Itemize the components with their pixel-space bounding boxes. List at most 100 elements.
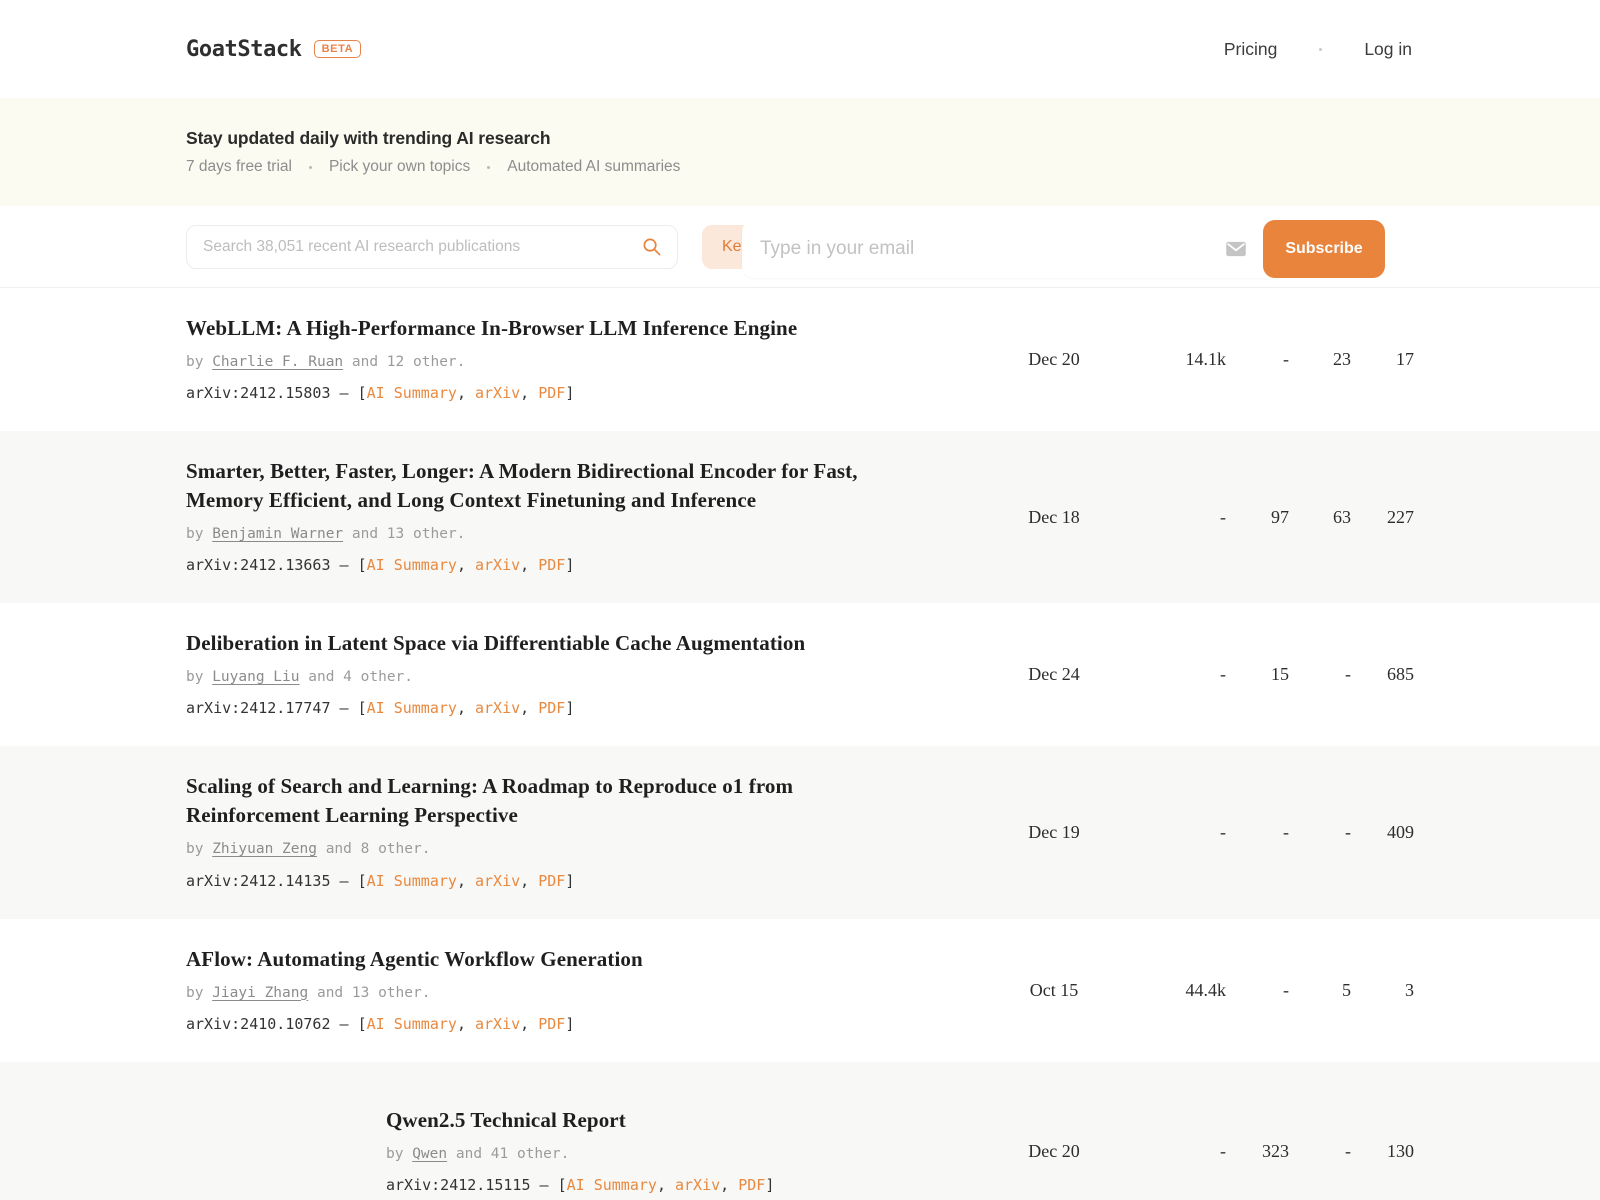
by-label: by xyxy=(186,526,204,543)
comma-2: , xyxy=(520,871,539,890)
ai-summary-link[interactable]: AI Summary xyxy=(567,1176,657,1194)
paper-authors: by Charlie F. Ruan and 12 other. xyxy=(186,351,1002,374)
pdf-link[interactable]: PDF xyxy=(538,384,565,402)
comma-1: , xyxy=(656,1176,675,1195)
by-label: by xyxy=(386,1146,404,1163)
bracket-close: ] xyxy=(565,871,575,890)
by-label: by xyxy=(186,669,204,686)
pdf-link[interactable]: PDF xyxy=(738,1176,765,1194)
comma-2: , xyxy=(520,1014,539,1033)
header-nav: Pricing Log in xyxy=(1222,33,1414,66)
arxiv-id: arXiv:2412.15803 xyxy=(186,384,331,403)
metric-x: 685 xyxy=(1387,664,1414,685)
arxiv-link[interactable]: arXiv xyxy=(475,872,520,890)
comma-2: , xyxy=(520,384,539,403)
paper-metrics: Oct 15 44.4k - 5 3 xyxy=(1002,980,1414,1001)
metric-x: 17 xyxy=(1396,349,1414,370)
paper-title[interactable]: Qwen2.5 Technical Report xyxy=(386,1106,1002,1135)
arxiv-link[interactable]: arXiv xyxy=(475,556,520,574)
table-row[interactable]: Scaling of Search and Learning: A Roadma… xyxy=(0,746,1600,919)
by-label: by xyxy=(186,841,204,858)
paper-info: Deliberation in Latent Space via Differe… xyxy=(186,603,1002,746)
table-row[interactable]: WebLLM: A High-Performance In-Browser LL… xyxy=(0,288,1600,431)
bracket-open: [ xyxy=(357,871,367,890)
brand-logo[interactable]: GoatStack BETA xyxy=(186,36,362,62)
metric-huggingface: - xyxy=(1283,822,1289,842)
paper-metrics: Dec 19 - - - 409 xyxy=(1002,822,1414,843)
author-link[interactable]: Charlie F. Ruan xyxy=(212,354,343,370)
arxiv-link[interactable]: arXiv xyxy=(475,699,520,717)
arxiv-link[interactable]: arXiv xyxy=(475,1015,520,1033)
table-row[interactable]: Deliberation in Latent Space via Differe… xyxy=(0,603,1600,746)
author-link[interactable]: Zhiyuan Zeng xyxy=(212,841,317,857)
author-link[interactable]: Luyang Liu xyxy=(212,669,299,685)
ai-summary-link[interactable]: AI Summary xyxy=(367,699,457,717)
ai-summary-link[interactable]: AI Summary xyxy=(367,384,457,402)
nav-link-login[interactable]: Log in xyxy=(1362,33,1414,66)
metric-date: Oct 15 xyxy=(1029,979,1079,1000)
author-link[interactable]: Benjamin Warner xyxy=(212,526,343,542)
banner-feature-2: Pick your own topics xyxy=(328,158,471,175)
email-field[interactable] xyxy=(760,238,1225,260)
ai-summary-link[interactable]: AI Summary xyxy=(367,1015,457,1033)
pdf-link[interactable]: PDF xyxy=(538,1015,565,1033)
other-authors: and 12 other. xyxy=(351,353,466,370)
arxiv-id: arXiv:2412.13663 xyxy=(186,556,331,575)
other-authors: and 13 other. xyxy=(316,984,431,1001)
author-link[interactable]: Qwen xyxy=(412,1146,447,1162)
search-input-wrapper[interactable] xyxy=(186,224,678,269)
dash-separator: — xyxy=(339,384,349,403)
ai-summary-link[interactable]: AI Summary xyxy=(367,556,457,574)
pdf-link[interactable]: PDF xyxy=(538,699,565,717)
dash-separator: — xyxy=(339,1014,349,1033)
paper-links: arXiv:2412.15803 — [AI Summary, arXiv, P… xyxy=(186,381,1002,405)
bracket-close: ] xyxy=(565,1014,575,1033)
other-authors: and 8 other. xyxy=(325,841,431,858)
metric-huggingface: - xyxy=(1283,349,1289,370)
metric-views: - xyxy=(1220,506,1226,527)
table-row[interactable]: AFlow: Automating Agentic Workflow Gener… xyxy=(0,919,1600,1062)
other-authors: and 4 other. xyxy=(308,669,414,686)
dash-separator: — xyxy=(339,699,349,718)
comma-2: , xyxy=(520,556,539,575)
paper-title[interactable]: Scaling of Search and Learning: A Roadma… xyxy=(186,772,886,830)
paper-metrics: Dec 20 14.1k - 23 17 xyxy=(1002,349,1414,370)
paper-links: arXiv:2410.10762 — [AI Summary, arXiv, P… xyxy=(186,1012,1002,1036)
pdf-link[interactable]: PDF xyxy=(538,872,565,890)
envelope-icon xyxy=(1226,241,1246,257)
paper-info: AFlow: Automating Agentic Workflow Gener… xyxy=(186,919,1002,1062)
metric-reddit: 63 xyxy=(1333,506,1351,527)
ai-summary-link[interactable]: AI Summary xyxy=(367,872,457,890)
pdf-link[interactable]: PDF xyxy=(538,556,565,574)
search-icon[interactable] xyxy=(642,237,661,256)
comma-1: , xyxy=(456,871,475,890)
brand-name: GoatStack xyxy=(186,36,302,62)
paper-title[interactable]: Deliberation in Latent Space via Differe… xyxy=(186,629,886,658)
metric-date: Dec 20 xyxy=(1028,349,1080,370)
paper-links: arXiv:2412.14135 — [AI Summary, arXiv, P… xyxy=(186,869,1002,893)
email-field-wrapper[interactable] xyxy=(742,220,1267,278)
search-input[interactable] xyxy=(203,237,642,256)
banner-features: 7 days free trial Pick your own topics A… xyxy=(186,158,680,176)
nav-separator-dot xyxy=(1319,47,1323,51)
table-row[interactable]: Smarter, Better, Faster, Longer: A Moder… xyxy=(0,431,1600,604)
by-label: by xyxy=(186,353,204,370)
subscribe-button[interactable]: Subscribe xyxy=(1263,220,1385,278)
banner-title: Stay updated daily with trending AI rese… xyxy=(186,128,551,148)
metric-huggingface: 15 xyxy=(1271,664,1289,685)
by-label: by xyxy=(186,984,204,1001)
author-link[interactable]: Jiayi Zhang xyxy=(212,985,308,1001)
paper-title[interactable]: WebLLM: A High-Performance In-Browser LL… xyxy=(186,314,886,343)
table-row[interactable]: Qwen2.5 Technical Report by Qwen and 41 … xyxy=(0,1061,1600,1200)
bracket-close: ] xyxy=(765,1176,775,1195)
metric-views: - xyxy=(1220,664,1226,685)
nav-link-pricing[interactable]: Pricing xyxy=(1222,33,1280,66)
arxiv-link[interactable]: arXiv xyxy=(675,1176,720,1194)
paper-title[interactable]: Smarter, Better, Faster, Longer: A Moder… xyxy=(186,457,886,515)
paper-list: WebLLM: A High-Performance In-Browser LL… xyxy=(0,288,1600,1200)
paper-metrics: Dec 24 - 15 - 685 xyxy=(1002,664,1414,685)
bracket-close: ] xyxy=(565,699,575,718)
paper-title[interactable]: AFlow: Automating Agentic Workflow Gener… xyxy=(186,945,886,974)
arxiv-link[interactable]: arXiv xyxy=(475,384,520,402)
bracket-open: [ xyxy=(357,1014,367,1033)
